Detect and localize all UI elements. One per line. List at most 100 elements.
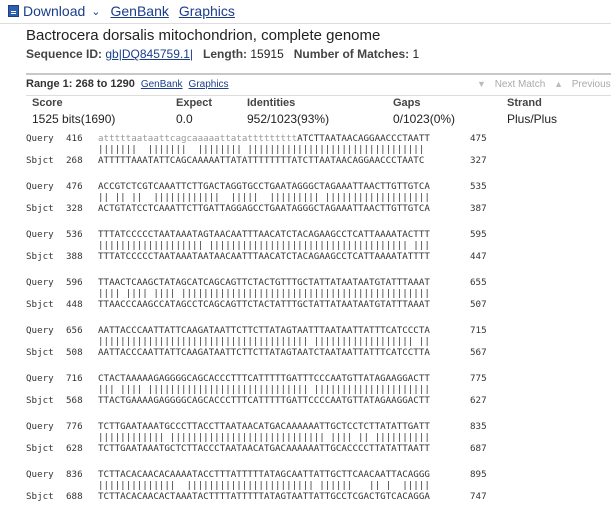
query-start: 716 — [66, 373, 83, 384]
match-line: || || || |||||||||||| ||||| ||||||||| ||… — [98, 192, 430, 203]
sbjct-sequence: TCTTACACAACACTAAATACTTTTATTTTTATAGTAATTA… — [98, 491, 430, 502]
query-label: Query — [26, 133, 54, 144]
sbjct-label: Sbjct — [26, 443, 54, 454]
sbjct-sequence: TCTTGAATAAATGCTCTTACCCTAATAACATGACAAAAAA… — [98, 443, 430, 454]
query-start: 416 — [66, 133, 83, 144]
download-button[interactable]: Download ⌄ — [8, 3, 100, 19]
query-end: 475 — [470, 133, 487, 144]
query-end: 535 — [470, 181, 487, 192]
alignment-block: Query 596 TTAACTCAAGCTATAGCATCAGCAGTTCTACT… — [26, 277, 487, 325]
previous-match-link[interactable]: Previous Match — [572, 79, 611, 90]
strand-header: Strand — [507, 97, 542, 109]
sbjct-end: 627 — [470, 395, 487, 406]
query-end: 595 — [470, 229, 487, 240]
match-navigation: ▼ Next Match ▲ Previous Match — [471, 79, 611, 90]
sbjct-start: 688 — [66, 491, 83, 502]
query-start: 656 — [66, 325, 83, 336]
alignment-block: Query 476 ACCGTCTCGTCAAATTCTTGACTAGGTGCCTG… — [26, 181, 487, 229]
query-end: 835 — [470, 421, 487, 432]
query-start: 776 — [66, 421, 83, 432]
sbjct-end: 327 — [470, 155, 487, 166]
sbjct-start: 328 — [66, 203, 83, 214]
sequence-meta: Sequence ID: gb|DQ845759.1| Length: 1591… — [26, 47, 419, 61]
alignment-block: Query 716 CTACTAAAAAGAGGGGCAGCACCCTTTCATTT… — [26, 373, 487, 421]
score-header: Score — [32, 97, 63, 109]
query-sequence: CTACTAAAAAGAGGGGCAGCACCCTTTCATTTTTGATTTC… — [98, 373, 430, 384]
sbjct-label: Sbjct — [26, 347, 54, 358]
sbjct-start: 388 — [66, 251, 83, 262]
match-line: |||||||||||||| ||||||||||||||||||||||| |… — [98, 480, 430, 491]
sequence-id-label: Sequence ID: — [26, 47, 103, 61]
identities-header: Identities — [247, 97, 296, 109]
sbjct-start: 508 — [66, 347, 83, 358]
query-end: 655 — [470, 277, 487, 288]
match-line: |||||||||||||||||||||||||||||||||||||| |… — [98, 336, 430, 347]
query-end: 715 — [470, 325, 487, 336]
sbjct-label: Sbjct — [26, 491, 54, 502]
range-genbank-link[interactable]: GenBank — [141, 79, 183, 90]
match-line: ||| |||| ||||||||||||||||||||||||||||| |… — [98, 384, 430, 395]
range-header: Range 1: 268 to 1290 GenBank Graphics ▼ … — [26, 73, 611, 90]
chevron-down-icon[interactable]: ⌄ — [91, 5, 100, 18]
match-line: |||||||||||| |||||||||||||||||||||||||||… — [98, 432, 430, 443]
query-uppercase-region: ATCTTAATAACAGGAACCCTAATT — [297, 133, 430, 144]
query-sequence: TTAACTCAAGCTATAGCATCAGCAGTTCTACTGTTTGCTA… — [98, 277, 430, 288]
sbjct-sequence: ATTTTTAAATATTCAGCAAAAATTATATTTTTTTTATCTT… — [98, 155, 425, 166]
query-sequence: TCTTGAATAAATGCCCTTACCTTAATAACATGACAAAAAA… — [98, 421, 430, 432]
toolbar: Download ⌄ GenBank Graphics — [8, 2, 235, 20]
sbjct-label: Sbjct — [26, 155, 54, 166]
up-arrow-icon: ▲ — [554, 79, 563, 89]
match-line: ||||||||||||||||||| ||||||||||||||||||||… — [98, 240, 430, 251]
document-icon — [8, 5, 19, 17]
divider — [0, 23, 611, 24]
gaps-header: Gaps — [393, 97, 421, 109]
matches-value: 1 — [412, 47, 420, 61]
alignment-block: Query 836 TCTTACACAACACAAAATACCTTTATTTTTAT… — [26, 469, 487, 517]
sbjct-sequence: AATTACCCAATTATTCAAGATAATTCTTCTTATAGTAATC… — [98, 347, 430, 358]
strand-value: Plus/Plus — [507, 112, 558, 126]
sbjct-end: 447 — [470, 251, 487, 262]
range-graphics-link[interactable]: Graphics — [189, 79, 229, 90]
sbjct-label: Sbjct — [26, 299, 54, 310]
sbjct-end: 387 — [470, 203, 487, 214]
sbjct-label: Sbjct — [26, 203, 54, 214]
alignment-stats: Score Expect Identities Gaps Strand 1525… — [26, 95, 611, 126]
query-end: 775 — [470, 373, 487, 384]
alignment-block: Query 776 TCTTGAATAAATGCCCTTACCTTAATAACATG… — [26, 421, 487, 469]
length-value: 15915 — [250, 47, 284, 61]
expect-header: Expect — [176, 97, 213, 109]
query-label: Query — [26, 373, 54, 384]
identities-value: 952/1023(93%) — [247, 112, 330, 126]
sbjct-start: 568 — [66, 395, 83, 406]
query-lowercase-region: atttttaataattcagcaaaaattatattttttttt — [98, 133, 298, 144]
query-start: 596 — [66, 277, 83, 288]
graphics-link[interactable]: Graphics — [179, 3, 235, 19]
query-sequence: atttttaataattcagcaaaaattatatttttttttATCT… — [98, 133, 456, 144]
sbjct-end: 567 — [470, 347, 487, 358]
query-sequence: AATTACCCAATTATTCAAGATAATTCTTCTTATAGTAATT… — [98, 325, 430, 336]
sequence-id-link[interactable]: gb|DQ845759.1| — [105, 47, 193, 61]
sbjct-sequence: TTACTGAAAAGAGGGGCAGCACCCTTTCATTTTTGATTCC… — [98, 395, 430, 406]
expect-value: 0.0 — [176, 112, 193, 126]
match-line: ||||||| ||||||| |||||||| |||||||||||||||… — [98, 144, 425, 155]
query-start: 536 — [66, 229, 83, 240]
download-label: Download — [23, 3, 86, 19]
sbjct-end: 687 — [470, 443, 487, 454]
query-label: Query — [26, 469, 54, 480]
next-match-link[interactable]: Next Match — [495, 79, 546, 90]
sbjct-end: 747 — [470, 491, 487, 502]
sbjct-label: Sbjct — [26, 251, 54, 262]
query-label: Query — [26, 421, 54, 432]
match-line: |||| |||| |||| |||||||||||||||||||||||||… — [98, 288, 430, 299]
query-label: Query — [26, 181, 54, 192]
query-label: Query — [26, 229, 54, 240]
query-sequence: ACCGTCTCGTCAAATTCTTGACTAGGTGCCTGAATAGGGC… — [98, 181, 430, 192]
page-title: Bactrocera dorsalis mitochondrion, compl… — [26, 27, 381, 44]
length-label: Length: — [203, 47, 248, 61]
genbank-link[interactable]: GenBank — [110, 3, 168, 19]
matches-label: Number of Matches: — [293, 47, 410, 61]
sbjct-sequence: TTTATCCCCCTAATAAATAATAACAATTTAACATCTACAG… — [98, 251, 430, 262]
alignment-block: Query 536 TTTATCCCCCTAATAAATAGTAACAATTTAAC… — [26, 229, 487, 277]
query-start: 476 — [66, 181, 83, 192]
query-start: 836 — [66, 469, 83, 480]
